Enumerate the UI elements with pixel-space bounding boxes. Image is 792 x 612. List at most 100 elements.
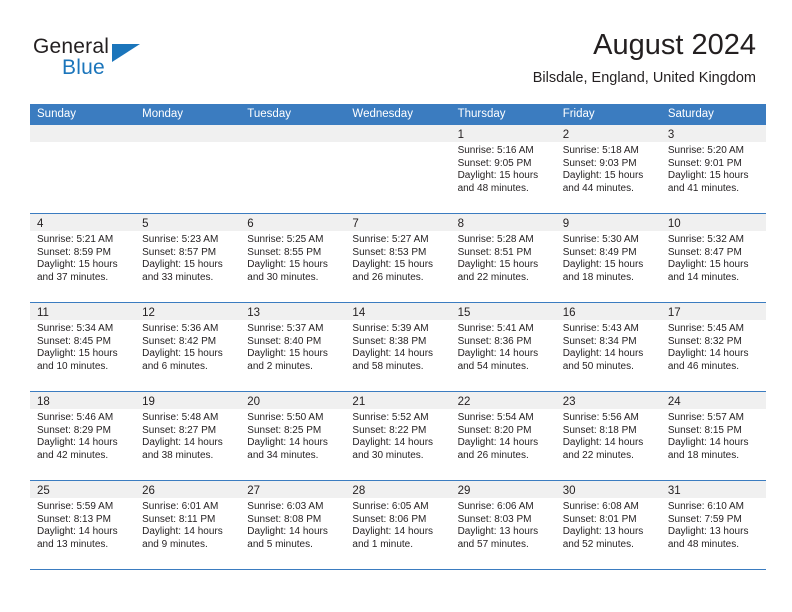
day-cell[interactable]: 1 Sunrise: 5:16 AM Sunset: 9:05 PM Daylight…	[450, 125, 556, 213]
sunrise-text: Sunrise: 5:59 AM	[37, 501, 114, 512]
day-number-band: 13	[240, 303, 346, 320]
daylight-text: Daylight: 15 hours and 48 minutes.	[457, 170, 539, 194]
day-info: Sunrise: 5:56 AM Sunset: 8:18 PM Daylight:…	[556, 409, 661, 462]
daylight-text: Daylight: 14 hours and 30 minutes.	[352, 437, 434, 461]
sunrise-text: Sunrise: 5:30 AM	[562, 234, 639, 245]
sunrise-text: Sunrise: 5:20 AM	[667, 145, 744, 156]
day-cell[interactable]: 18 Sunrise: 5:46 AM Sunset: 8:29 PM Dayligh…	[30, 392, 136, 480]
daylight-text: Daylight: 15 hours and 44 minutes.	[562, 170, 644, 194]
sunset-text: Sunset: 8:34 PM	[562, 335, 637, 347]
day-cell[interactable]: 15 Sunrise: 5:41 AM Sunset: 8:36 PM Dayligh…	[450, 303, 556, 391]
day-number-band: 12	[135, 303, 241, 320]
sunrise-text: Sunrise: 5:41 AM	[457, 323, 534, 334]
day-cell[interactable]: 19 Sunrise: 5:48 AM Sunset: 8:27 PM Dayligh…	[135, 392, 241, 480]
day-cell[interactable]: 9 Sunrise: 5:30 AM Sunset: 8:49 PM Daylight…	[555, 214, 661, 302]
page-title: August 2024	[593, 29, 756, 61]
day-cell[interactable]: 6 Sunrise: 5:25 AM Sunset: 8:55 PM Daylight…	[240, 214, 346, 302]
day-cell[interactable]: 13 Sunrise: 5:37 AM Sunset: 8:40 PM Dayligh…	[240, 303, 346, 391]
day-cell[interactable]: 12 Sunrise: 5:36 AM Sunset: 8:42 PM Dayligh…	[135, 303, 241, 391]
day-cell[interactable]: 8 Sunrise: 5:28 AM Sunset: 8:51 PM Daylight…	[450, 214, 556, 302]
day-number: 6	[247, 218, 254, 230]
sunrise-text: Sunrise: 6:08 AM	[562, 501, 639, 512]
sunset-text: Sunset: 8:27 PM	[142, 424, 217, 436]
day-number-band	[345, 125, 451, 142]
day-info: Sunrise: 5:21 AM Sunset: 8:59 PM Daylight:…	[30, 231, 135, 284]
day-number: 26	[142, 485, 155, 497]
sunset-text: Sunset: 8:49 PM	[562, 246, 637, 258]
sunrise-text: Sunrise: 5:50 AM	[247, 412, 324, 423]
day-number: 4	[37, 218, 44, 230]
day-number-band: 2	[555, 125, 661, 142]
day-cell[interactable]: 29 Sunrise: 6:06 AM Sunset: 8:03 PM Dayligh…	[450, 481, 556, 569]
day-number-band	[135, 125, 241, 142]
day-cell[interactable]: 11 Sunrise: 5:34 AM Sunset: 8:45 PM Dayligh…	[30, 303, 136, 391]
day-number-band: 28	[345, 481, 451, 498]
sunrise-text: Sunrise: 5:46 AM	[37, 412, 114, 423]
day-number-band: 21	[345, 392, 451, 409]
general-blue-logo[interactable]: General Blue	[33, 35, 233, 85]
day-cell[interactable]: 20 Sunrise: 5:50 AM Sunset: 8:25 PM Dayligh…	[240, 392, 346, 480]
day-cell[interactable]: 4 Sunrise: 5:21 AM Sunset: 8:59 PM Daylight…	[30, 214, 136, 302]
day-cell[interactable]: 27 Sunrise: 6:03 AM Sunset: 8:08 PM Dayligh…	[240, 481, 346, 569]
day-cell[interactable]: 21 Sunrise: 5:52 AM Sunset: 8:22 PM Dayligh…	[345, 392, 451, 480]
sunrise-text: Sunrise: 5:28 AM	[457, 234, 534, 245]
sunset-text: Sunset: 8:53 PM	[352, 246, 427, 258]
day-info: Sunrise: 5:28 AM Sunset: 8:51 PM Daylight:…	[451, 231, 556, 284]
day-number-band: 24	[660, 392, 766, 409]
day-cell[interactable]: 7 Sunrise: 5:27 AM Sunset: 8:53 PM Daylight…	[345, 214, 451, 302]
day-cell[interactable]: 2 Sunrise: 5:18 AM Sunset: 9:03 PM Daylight…	[555, 125, 661, 213]
sunrise-text: Sunrise: 5:39 AM	[352, 323, 429, 334]
daylight-text: Daylight: 14 hours and 38 minutes.	[142, 437, 223, 461]
week-row: 1 Sunrise: 5:16 AM Sunset: 9:05 PM Daylight…	[30, 125, 766, 214]
logo-triangle-icon	[112, 44, 140, 62]
daylight-text: Daylight: 15 hours and 18 minutes.	[562, 259, 644, 283]
day-number: 10	[667, 218, 681, 230]
day-cell[interactable]: 23 Sunrise: 5:56 AM Sunset: 8:18 PM Dayligh…	[555, 392, 661, 480]
day-cell[interactable]: 31 Sunrise: 6:10 AM Sunset: 7:59 PM Dayligh…	[660, 481, 766, 569]
daylight-text: Daylight: 14 hours and 34 minutes.	[247, 437, 328, 461]
day-cell[interactable]: 24 Sunrise: 5:57 AM Sunset: 8:15 PM Dayligh…	[660, 392, 766, 480]
sunset-text: Sunset: 8:36 PM	[457, 335, 532, 347]
day-cell[interactable]: 10 Sunrise: 5:32 AM Sunset: 8:47 PM Dayligh…	[660, 214, 766, 302]
day-cell[interactable]: 14 Sunrise: 5:39 AM Sunset: 8:38 PM Dayligh…	[345, 303, 451, 391]
sunrise-text: Sunrise: 5:52 AM	[352, 412, 429, 423]
day-cell[interactable]: 17 Sunrise: 5:45 AM Sunset: 8:32 PM Dayligh…	[660, 303, 766, 391]
day-cell[interactable]: 3 Sunrise: 5:20 AM Sunset: 9:01 PM Daylight…	[660, 125, 766, 213]
daylight-text: Daylight: 15 hours and 6 minutes.	[142, 348, 223, 372]
day-cell[interactable]: 22 Sunrise: 5:54 AM Sunset: 8:20 PM Dayligh…	[450, 392, 556, 480]
day-number: 24	[667, 396, 681, 408]
daylight-text: Daylight: 15 hours and 2 minutes.	[247, 348, 328, 372]
sunset-text: Sunset: 8:57 PM	[142, 246, 217, 258]
day-info: Sunrise: 5:37 AM Sunset: 8:40 PM Daylight:…	[240, 320, 345, 373]
day-number-band: 27	[240, 481, 346, 498]
weekday-header-saturday: Saturday	[667, 108, 714, 120]
sunrise-text: Sunrise: 5:54 AM	[457, 412, 534, 423]
day-number: 7	[352, 218, 359, 230]
week-row: 18 Sunrise: 5:46 AM Sunset: 8:29 PM Dayligh…	[30, 392, 766, 481]
sunrise-text: Sunrise: 5:57 AM	[667, 412, 744, 423]
day-number: 29	[457, 485, 471, 497]
day-cell[interactable]: 25 Sunrise: 5:59 AM Sunset: 8:13 PM Dayligh…	[30, 481, 136, 569]
daylight-text: Daylight: 13 hours and 48 minutes.	[667, 526, 749, 550]
calendar-grid: Sunday Monday Tuesday Wednesday Thursday Frid…	[30, 104, 766, 570]
day-info: Sunrise: 5:57 AM Sunset: 8:15 PM Daylight:…	[661, 409, 766, 462]
day-cell[interactable]: 28 Sunrise: 6:05 AM Sunset: 8:06 PM Dayligh…	[345, 481, 451, 569]
daylight-text: Daylight: 15 hours and 33 minutes.	[142, 259, 223, 283]
sunset-text: Sunset: 8:47 PM	[667, 246, 742, 258]
daylight-text: Daylight: 15 hours and 37 minutes.	[37, 259, 118, 283]
day-cell[interactable]: 16 Sunrise: 5:43 AM Sunset: 8:34 PM Dayligh…	[555, 303, 661, 391]
logo-text-blue: Blue	[62, 56, 105, 79]
day-number-band: 26	[135, 481, 241, 498]
sunset-text: Sunset: 8:59 PM	[37, 246, 111, 258]
day-cell[interactable]: 30 Sunrise: 6:08 AM Sunset: 8:01 PM Dayligh…	[555, 481, 661, 569]
daylight-text: Daylight: 14 hours and 13 minutes.	[37, 526, 118, 550]
day-info: Sunrise: 6:06 AM Sunset: 8:03 PM Daylight:…	[451, 498, 556, 551]
day-number: 13	[247, 307, 261, 319]
day-number: 30	[562, 485, 576, 497]
day-number-band: 19	[135, 392, 241, 409]
day-cell[interactable]: 26 Sunrise: 6:01 AM Sunset: 8:11 PM Dayligh…	[135, 481, 241, 569]
day-number-band: 11	[30, 303, 136, 320]
sunrise-text: Sunrise: 5:36 AM	[142, 323, 219, 334]
day-cell[interactable]: 5 Sunrise: 5:23 AM Sunset: 8:57 PM Daylight…	[135, 214, 241, 302]
day-number-band: 14	[345, 303, 451, 320]
